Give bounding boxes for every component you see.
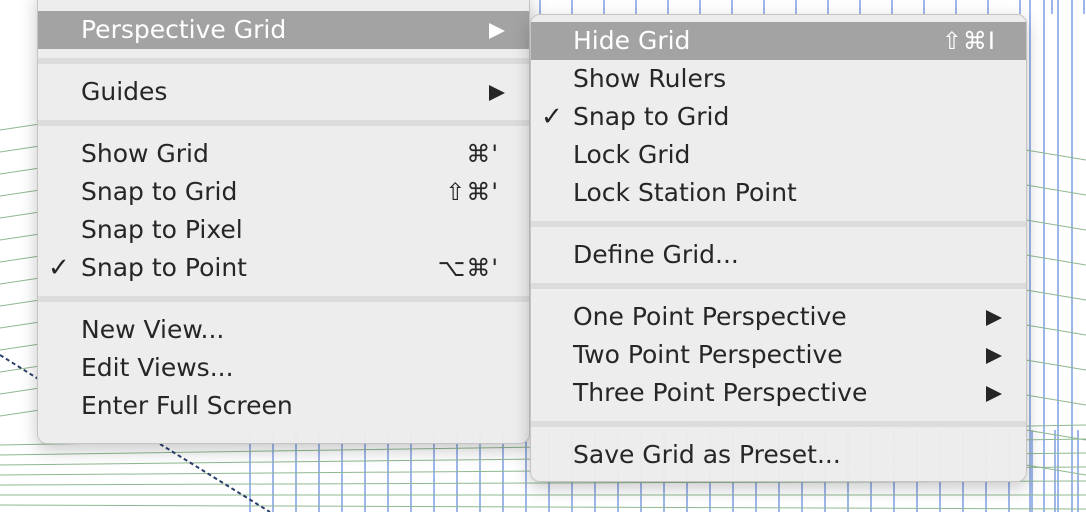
menu-item-label: Three Point Perspective [573,378,868,407]
grid-line [0,145,41,153]
menu-item-snap-to-grid[interactable]: Snap to Grid ⇧⌘' [38,173,529,211]
menu-separator [38,58,529,64]
menu-item-label: Snap to Grid [573,102,730,131]
menu-separator [531,283,1026,289]
grid-line [1025,464,1086,476]
grid-line [1025,184,1086,196]
menu-item-label: Show Rulers [573,64,727,93]
grid-line [1025,219,1086,231]
grid-line [0,255,41,263]
triangle-right-icon [489,85,505,101]
triangle-right-icon [986,348,1002,364]
checkmark-icon: ✓ [541,102,563,132]
menu-item-label: Snap to Grid [81,177,238,206]
menu-item-snap-to-point[interactable]: ✓ Snap to Point ⌥⌘' [38,249,529,287]
menu-separator [531,421,1026,427]
menu-item-label: Snap to Point [81,253,247,282]
submenu-item-one-point-perspective[interactable]: One Point Perspective [531,298,1026,336]
menu-item-show-grid[interactable]: Show Grid ⌘' [38,135,529,173]
submenu-item-three-point-perspective[interactable]: Three Point Perspective [531,374,1026,412]
menu-item-label: Show Grid [81,139,209,168]
menu-item-label: Hide Grid [573,26,691,55]
keyboard-shortcut: ⇧⌘' [445,178,499,206]
perspective-ray [0,354,41,381]
submenu-item-lock-grid[interactable]: Lock Grid [531,136,1026,174]
menu-item-edit-views[interactable]: Edit Views... [38,349,529,387]
perspective-grid-submenu: Hide Grid ⇧⌘I Show Rulers ✓ Snap to Grid… [530,14,1027,482]
menu-item-perspective-grid[interactable]: Perspective Grid [38,11,529,49]
submenu-item-two-point-perspective[interactable]: Two Point Perspective [531,336,1026,374]
menu-item-label: Define Grid... [573,240,739,269]
menu-item-snap-to-pixel[interactable]: Snap to Pixel [38,211,529,249]
menu-item-label: Edit Views... [81,353,234,382]
triangle-right-icon [986,310,1002,326]
grid-line [0,277,41,285]
grid-line [0,504,1086,510]
submenu-item-define-grid[interactable]: Define Grid... [531,236,1026,274]
menu-item-label: Perspective Grid [81,15,287,44]
submenu-item-lock-station-point[interactable]: Lock Station Point [531,174,1026,212]
menu-item-label: New View... [81,315,225,344]
grid-line [0,321,41,329]
menu-item-label: Two Point Perspective [573,340,843,369]
grid-line [0,233,41,241]
grid-line [1025,429,1086,441]
submenu-item-snap-to-grid[interactable]: ✓ Snap to Grid [531,98,1026,136]
grid-line [1025,394,1086,406]
keyboard-shortcut: ⌘' [466,140,499,168]
grid-line [0,167,41,175]
grid-line [1025,289,1086,301]
menu-separator [531,221,1026,227]
submenu-item-show-rulers[interactable]: Show Rulers [531,60,1026,98]
triangle-right-icon [489,23,505,39]
menu-item-label: Snap to Pixel [81,215,243,244]
grid-line [1025,324,1086,336]
menu-item-label: Save Grid as Preset... [573,440,841,469]
menu-item-new-view[interactable]: New View... [38,311,529,349]
grid-line [0,189,41,197]
submenu-item-save-grid-as-preset[interactable]: Save Grid as Preset... [531,436,1026,474]
grid-line [1025,254,1086,266]
triangle-right-icon [986,386,1002,402]
menu-item-enter-full-screen[interactable]: Enter Full Screen [38,387,529,425]
checkmark-icon: ✓ [48,253,70,283]
grid-line [1025,359,1086,371]
menu-separator [38,120,529,126]
menu-item-label: Enter Full Screen [81,391,293,420]
submenu-item-hide-grid[interactable]: Hide Grid ⇧⌘I [531,22,1026,60]
grid-line [0,387,41,395]
menu-item-label: One Point Perspective [573,302,847,331]
view-menu: Perspective Grid Guides Show Grid ⌘' Sna… [37,0,530,444]
grid-line [1025,149,1086,161]
grid-line [0,123,41,131]
keyboard-shortcut: ⌥⌘' [437,254,499,282]
keyboard-shortcut: ⇧⌘I [941,27,996,55]
grid-line [0,409,41,417]
menu-separator [38,296,529,302]
menu-item-guides[interactable]: Guides [38,73,529,111]
menu-item-label: Lock Grid [573,140,691,169]
perspective-ray [159,443,271,512]
menu-item-label: Lock Station Point [573,178,797,207]
menu-item-label: Guides [81,77,168,106]
grid-line [0,299,41,307]
grid-line [0,211,41,219]
grid-line [0,343,41,351]
